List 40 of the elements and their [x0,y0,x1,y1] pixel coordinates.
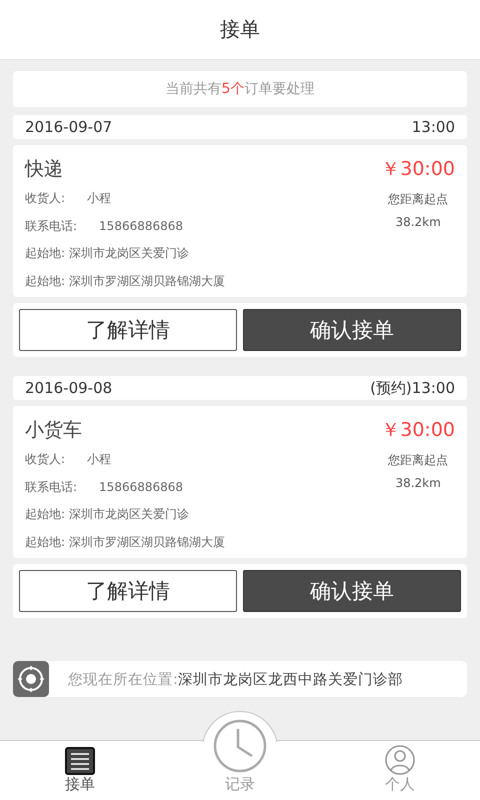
field-label: 起始地: [25,506,66,524]
delivery-type: 小货车 [25,418,83,443]
field-value: 深圳市罗湖区湖贝路锦湖大厦 [69,272,226,290]
list-icon [65,747,95,775]
location-value: 深圳市龙岗区龙西中路关爱门诊部 [178,670,403,688]
person-icon [385,745,415,775]
field-label: 起始地: [25,534,66,551]
order-time: 13:00 [412,118,455,136]
field-label: 起始地: [25,245,66,262]
details-button[interactable]: 了解详情 [19,309,237,351]
field-label: 联系电话: [25,478,78,496]
confirm-order-button[interactable]: 确认接单 [243,309,461,351]
delivery-type: 快递 [25,157,64,182]
order-date: 2016-09-08 [25,379,112,397]
field-label: 收货人: [25,190,66,208]
tab[interactable]: 接单 [0,746,160,800]
order-date: 2016-09-07 [25,118,112,136]
distance-label: 您距离起点 [388,191,448,208]
order-time: (预约)13:00 [370,378,455,398]
field-value: 深圳市龙岗区关爱门诊 [69,506,190,524]
distance-value: 38.2km [395,476,441,490]
locate-icon[interactable] [13,661,49,697]
field-label: 联系电话: [25,218,78,235]
details-button[interactable]: 了解详情 [19,570,237,612]
location-label: 您现在所在位置: [68,670,178,688]
field-label: 收货人: [25,451,66,468]
order-price: ￥30:00 [381,157,455,182]
field-value: 小程 [87,451,112,468]
order-count-notice: 当前共有5个订单要处理 [166,80,314,98]
page-title: 接单 [220,16,260,43]
field-value: 深圳市龙岗区关爱门诊 [69,245,190,262]
confirm-order-button[interactable]: 确认接单 [243,570,461,612]
field-value: 小程 [87,190,112,208]
field-value: 15866886868 [99,219,184,234]
distance-value: 38.2km [395,215,441,229]
field-label: 起始地: [25,272,66,290]
order-price: ￥30:00 [381,418,455,443]
distance-label: 您距离起点 [388,452,448,469]
field-value: 深圳市罗湖区湖贝路锦湖大厦 [69,534,226,551]
field-value: 15866886868 [99,480,184,494]
